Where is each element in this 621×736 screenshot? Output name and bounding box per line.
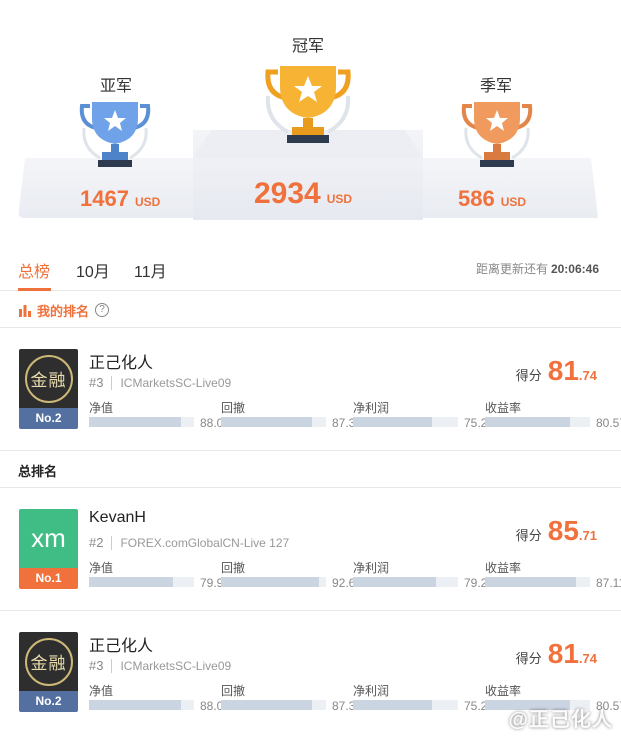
divider	[0, 487, 621, 488]
overall-ranking-title: 总排名	[18, 464, 58, 479]
rank-number: #3	[89, 375, 104, 390]
account-name: ICMarketsSC-Live09	[120, 375, 232, 390]
tab-november[interactable]: 11月	[134, 258, 167, 282]
metric-net-value: 净值 88.02	[89, 401, 231, 430]
metric-drawdown: 回撤 87.37	[221, 401, 363, 430]
avatar-logo: xm	[19, 509, 78, 568]
trader-meta: #3 ICMarketsSC-Live09	[89, 375, 231, 390]
trader-name[interactable]: KevanH	[89, 509, 146, 527]
tab-overall[interactable]: 总榜	[18, 258, 50, 282]
first-place-amount: 2934 USD	[254, 177, 353, 210]
metric-return-rate: 收益率80.57	[485, 684, 621, 713]
bronze-trophy-icon	[461, 102, 533, 167]
score: 得分 85.71	[515, 515, 597, 546]
tab-october[interactable]: 10月	[76, 258, 110, 282]
metric-return-rate: 收益率87.11	[485, 561, 621, 590]
first-place-title: 冠军	[291, 38, 324, 55]
avatar-logo: 金融	[24, 354, 73, 403]
watermark: @正己化人	[508, 709, 613, 731]
rank-badge: No.2	[19, 408, 78, 429]
account-name: ICMarketsSC-Live09	[120, 658, 232, 673]
metric-drawdown: 回撤 92.68	[221, 561, 363, 590]
avatar-logo: 金融	[24, 637, 73, 686]
metric-drawdown: 回撤 87.37	[221, 684, 363, 713]
avatar: xm No.1	[19, 509, 78, 589]
ranking-row[interactable]: xm No.1 KevanH #2 FOREX.comGlobalCN-Live…	[0, 509, 621, 629]
divider	[0, 450, 621, 451]
avatar: 金融 No.2	[19, 632, 78, 712]
my-rank-title: 我的排名	[37, 303, 90, 319]
trader-meta: #2 FOREX.comGlobalCN-Live 127	[89, 535, 289, 550]
rank-number: #2	[89, 535, 104, 550]
update-countdown: 距离更新还有 20:06:46	[475, 262, 599, 276]
metric-return-rate: 收益率80.57	[485, 401, 621, 430]
rank-badge: No.2	[19, 691, 78, 712]
metric-net-value: 净值 79.98	[89, 561, 231, 590]
silver-trophy-icon	[79, 102, 151, 167]
rank-badge: No.1	[19, 568, 78, 589]
score: 得分 81.74	[515, 638, 597, 669]
second-place-amount: 1467 USD	[80, 186, 161, 211]
trader-name[interactable]: 正己化人	[89, 349, 153, 373]
third-place-title: 季军	[479, 78, 512, 95]
metric-net-profit: 净利润 75.2	[353, 401, 488, 430]
gold-trophy-icon	[265, 66, 351, 143]
podium: 亚军 1467 USD 冠军 2934 USD 季军 586 USD	[0, 0, 621, 235]
bar-chart-icon	[19, 305, 31, 317]
trader-meta: #3 ICMarketsSC-Live09	[89, 658, 231, 673]
my-rank-header: 我的排名 ?	[18, 298, 110, 322]
ranking-tabs: 总榜 10月 11月 距离更新还有 20:06:46	[0, 246, 621, 291]
trader-name[interactable]: 正己化人	[89, 632, 153, 656]
metric-net-profit: 净利润 79.25	[353, 561, 495, 590]
metric-net-profit: 净利润 75.2	[353, 684, 488, 713]
divider	[0, 327, 621, 328]
rank-number: #3	[89, 658, 104, 673]
metric-net-value: 净值 88.02	[89, 684, 231, 713]
avatar: 金融 No.2	[19, 349, 78, 429]
second-place-title: 亚军	[99, 78, 132, 95]
score: 得分 81.74	[515, 355, 597, 386]
account-name: FOREX.comGlobalCN-Live 127	[120, 535, 290, 550]
help-icon[interactable]: ?	[95, 303, 110, 317]
active-tab-indicator	[18, 288, 51, 291]
third-place-amount: 586 USD	[458, 186, 527, 211]
my-rank-entry[interactable]: 金融 No.2 正己化人 #3 ICMarketsSC-Live09 得分 81.…	[0, 349, 621, 469]
divider	[0, 610, 621, 611]
